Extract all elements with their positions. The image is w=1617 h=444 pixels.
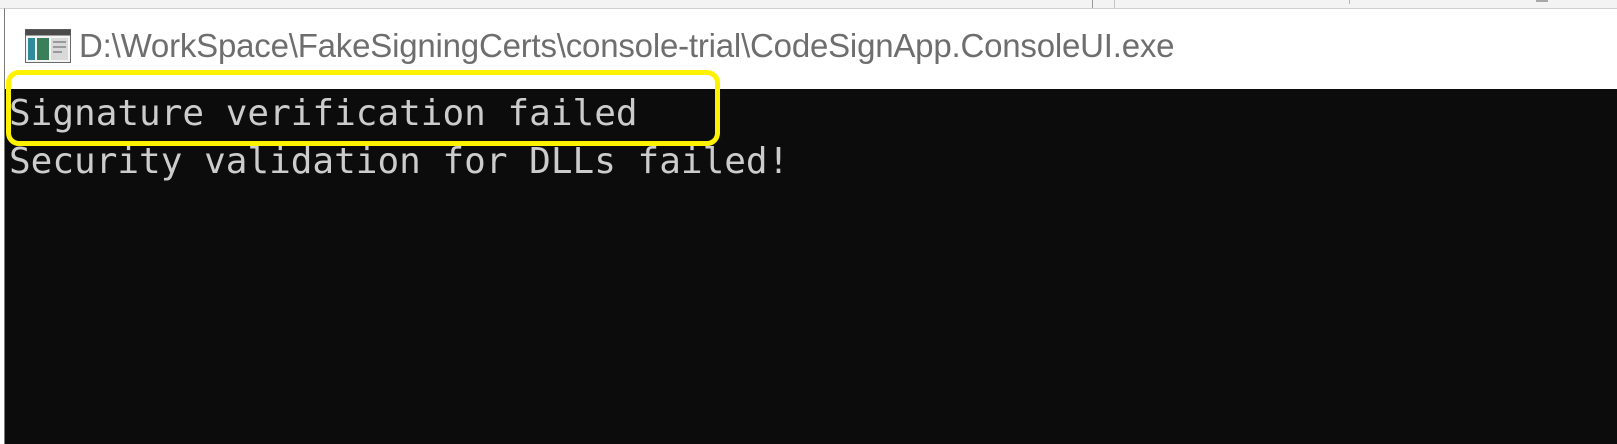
console-line-signature-failed: Signature verification failed bbox=[9, 93, 638, 134]
window-title: D:\WorkSpace\FakeSigningCerts\console-tr… bbox=[79, 27, 1175, 64]
console-window[interactable]: D:\WorkSpace\FakeSigningCerts\console-tr… bbox=[4, 8, 1617, 444]
screenshot: D:\WorkSpace\FakeSigningCerts\console-tr… bbox=[0, 0, 1617, 444]
console-line-security-failed: Security validation for DLLs failed! bbox=[9, 141, 790, 182]
background-divider bbox=[1536, 0, 1548, 2]
background-divider bbox=[1349, 0, 1350, 4]
title-bar[interactable]: D:\WorkSpace\FakeSigningCerts\console-tr… bbox=[5, 9, 1617, 89]
console-app-icon[interactable] bbox=[25, 29, 71, 63]
console-output[interactable]: Signature verification failed Security v… bbox=[5, 89, 1617, 444]
background-divider bbox=[1092, 0, 1093, 8]
background-divider bbox=[1114, 0, 1115, 8]
